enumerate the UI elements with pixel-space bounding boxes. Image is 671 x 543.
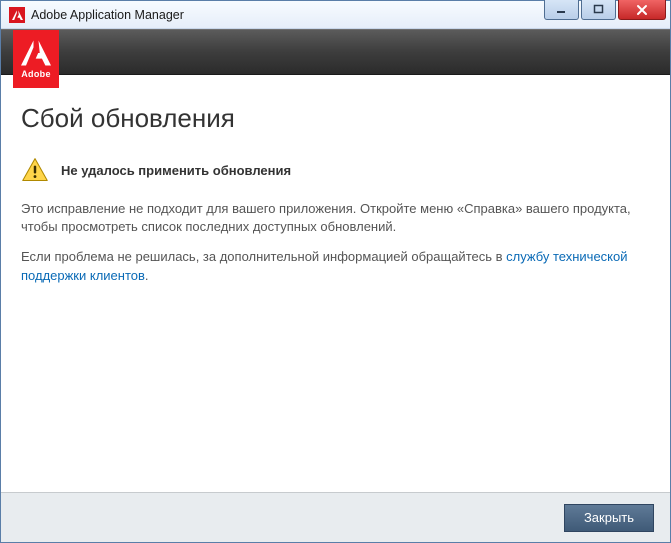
maximize-button[interactable] [581, 0, 616, 20]
footer: Закрыть [1, 492, 670, 542]
adobe-badge-label: Adobe [21, 69, 51, 79]
minimize-button[interactable] [544, 0, 579, 20]
alert-row: Не удалось применить обновления [21, 156, 650, 184]
titlebar[interactable]: Adobe Application Manager [1, 1, 670, 29]
window-controls [544, 0, 666, 20]
app-icon [9, 7, 25, 23]
close-button[interactable]: Закрыть [564, 504, 654, 532]
warning-icon [21, 156, 49, 184]
content-area: Сбой обновления Не удалось применить обн… [1, 75, 670, 492]
page-title: Сбой обновления [21, 103, 650, 134]
titlebar-title: Adobe Application Manager [31, 8, 184, 22]
close-window-button[interactable] [618, 0, 666, 20]
subheader: Adobe [1, 29, 670, 75]
body-paragraph-2-suffix: . [145, 268, 149, 283]
body-paragraph-1: Это исправление не подходит для вашего п… [21, 200, 650, 236]
body-paragraph-2-prefix: Если проблема не решилась, за дополнител… [21, 249, 506, 264]
adobe-badge: Adobe [13, 30, 59, 88]
app-window: Adobe Application Manager Adobe Сбой обн… [0, 0, 671, 543]
body-paragraph-2: Если проблема не решилась, за дополнител… [21, 248, 650, 284]
alert-message: Не удалось применить обновления [61, 163, 291, 178]
